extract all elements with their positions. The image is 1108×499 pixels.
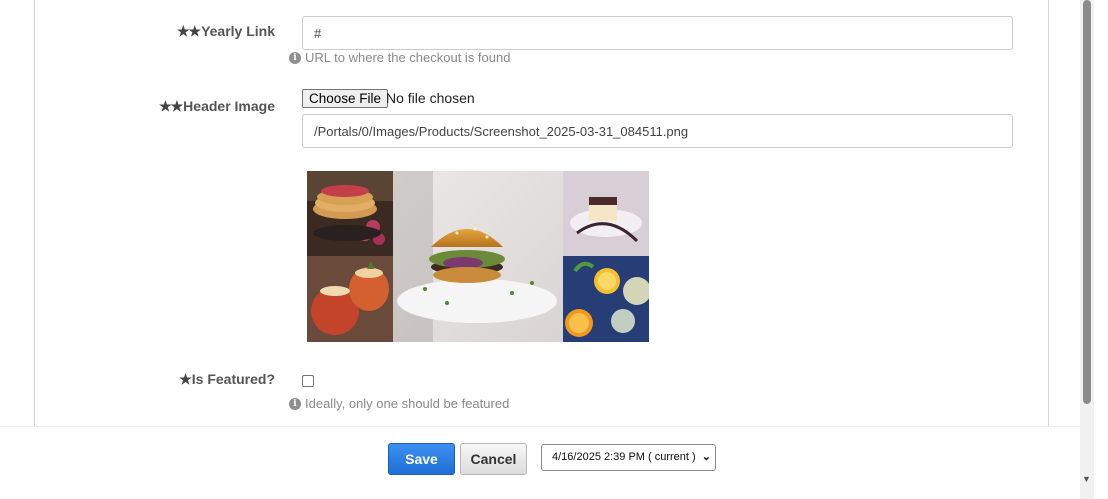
panel-bottom-border (0, 426, 1080, 427)
required-stars-icon: ★★ (176, 23, 201, 39)
choose-file-button[interactable]: Choose File (302, 89, 389, 108)
is-featured-checkbox[interactable] (302, 375, 314, 387)
version-select[interactable]: 4/16/2025 2:39 PM ( current ) ⌄ (541, 444, 716, 471)
required-star-icon: ★ (179, 371, 192, 387)
yearly-link-help: i URL to where the checkout is found (289, 50, 510, 65)
save-button[interactable]: Save (388, 443, 455, 475)
food-collage-image (307, 171, 649, 342)
chevron-down-icon: ⌄ (701, 451, 711, 463)
scroll-down-arrow-icon[interactable]: ▼ (1082, 474, 1091, 484)
scrollbar-thumb[interactable] (1083, 0, 1091, 404)
panel-border-left (34, 0, 35, 426)
info-icon: i (289, 51, 301, 64)
cancel-button[interactable]: Cancel (460, 443, 527, 475)
info-icon: i (289, 397, 301, 410)
is-featured-label: ★Is Featured? (179, 371, 275, 387)
header-image-path-input[interactable] (302, 114, 1013, 148)
is-featured-help: i Ideally, only one should be featured (289, 396, 509, 411)
yearly-link-input[interactable] (302, 16, 1013, 50)
header-image-preview (307, 171, 649, 342)
version-select-value: 4/16/2025 2:39 PM ( current ) (552, 451, 696, 463)
panel-border-right (1048, 0, 1049, 426)
header-image-label: ★★Header Image (159, 98, 275, 114)
file-status-text: No file chosen (386, 90, 475, 106)
yearly-link-label: ★★Yearly Link (176, 23, 275, 39)
required-stars-icon: ★★ (159, 98, 183, 114)
